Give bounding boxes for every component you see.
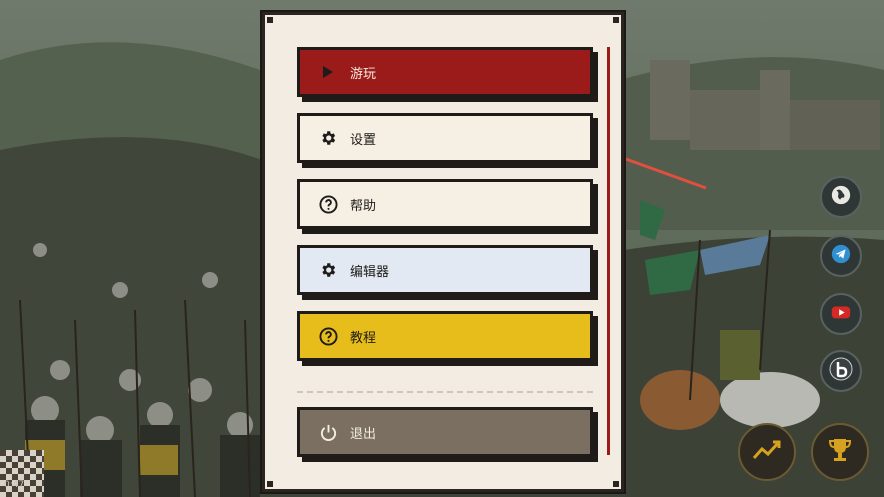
timer-text: 0:47 [4, 480, 25, 490]
stats-button[interactable] [738, 423, 796, 481]
tutorial-button[interactable]: 教程 [297, 311, 593, 361]
youtube-button[interactable] [820, 293, 862, 335]
gear-icon [318, 128, 338, 148]
settings-label: 设置 [350, 132, 377, 148]
trending-icon [752, 438, 782, 466]
question-circle-icon [318, 194, 338, 214]
help-button[interactable]: 帮助 [297, 179, 593, 229]
corner-rivet [613, 17, 619, 23]
menu-scrollbar[interactable] [607, 47, 610, 455]
help-label: 帮助 [350, 198, 377, 214]
play-label: 游玩 [350, 66, 377, 82]
exit-label: 退出 [350, 426, 377, 442]
tutorial-label: 教程 [350, 330, 377, 346]
trophy-icon [826, 436, 854, 468]
b-logo-button[interactable] [820, 350, 862, 392]
globe-button[interactable] [820, 176, 862, 218]
editor-button[interactable]: 编辑器 [297, 245, 593, 295]
gear-icon [318, 260, 338, 280]
main-menu-panel: 游玩 设置 帮助 编辑器 教程 退出 [262, 12, 624, 492]
corner-rivet [613, 481, 619, 487]
menu-divider [297, 391, 593, 393]
leaderboard-button[interactable] [811, 423, 869, 481]
youtube-icon [830, 301, 852, 327]
settings-button[interactable]: 设置 [297, 113, 593, 163]
exit-button[interactable]: 退出 [297, 407, 593, 457]
globe-icon [830, 184, 852, 210]
power-icon [318, 422, 338, 442]
telegram-button[interactable] [820, 235, 862, 277]
corner-rivet [267, 17, 273, 23]
editor-label: 编辑器 [350, 264, 390, 280]
telegram-icon [830, 243, 852, 269]
question-circle-icon [318, 326, 338, 346]
corner-rivet [267, 481, 273, 487]
play-button[interactable]: 游玩 [297, 47, 593, 97]
play-icon [318, 62, 338, 82]
b-logo-icon [829, 357, 853, 385]
